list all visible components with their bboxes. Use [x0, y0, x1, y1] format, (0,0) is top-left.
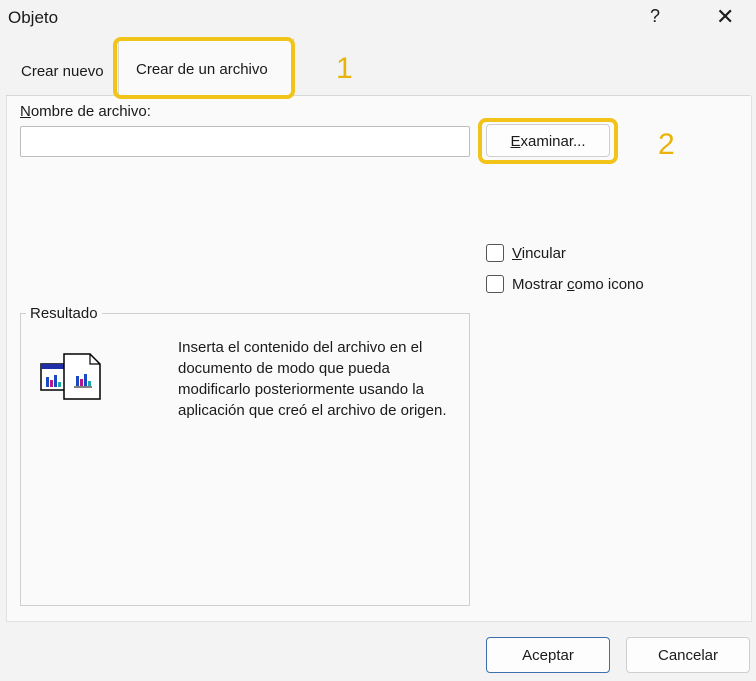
dialog-title: Objeto — [8, 8, 59, 27]
annotation-highlight-1 — [113, 37, 295, 99]
help-button[interactable]: ? — [650, 6, 660, 27]
tab-crear-nuevo[interactable]: Crear nuevo — [21, 63, 104, 80]
file-name-input[interactable] — [20, 126, 470, 157]
annotation-number-1: 1 — [336, 52, 353, 85]
annotation-number-2: 2 — [658, 128, 675, 161]
annotation-highlight-2 — [478, 118, 618, 164]
link-label[interactable]: Vincular — [512, 245, 566, 262]
link-checkbox[interactable] — [486, 244, 504, 262]
close-icon[interactable]: ✕ — [716, 4, 734, 30]
result-description: Inserta el contenido del archivo en el d… — [178, 339, 447, 419]
display-as-icon-checkbox[interactable] — [486, 275, 504, 293]
display-as-icon-label[interactable]: Mostrar como icono — [512, 276, 644, 293]
result-legend: Resultado — [26, 305, 102, 322]
file-name-label: Nombre de archivo: — [20, 103, 151, 120]
cancel-button[interactable]: Cancelar — [626, 637, 750, 673]
ok-button[interactable]: Aceptar — [486, 637, 610, 673]
embedded-object-icon — [40, 353, 104, 403]
